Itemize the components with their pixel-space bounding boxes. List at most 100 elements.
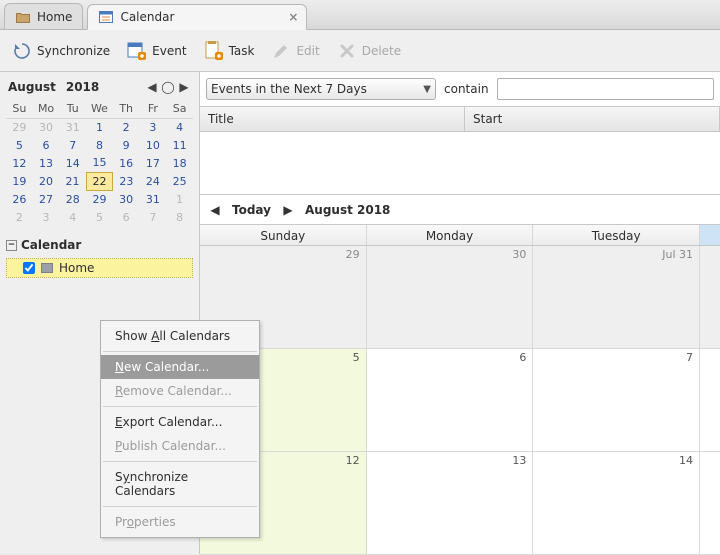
month-grid[interactable]: 29 30 Jul 31 5 6 7 12 13 14 bbox=[200, 246, 720, 555]
mini-day[interactable]: 26 bbox=[6, 190, 33, 208]
new-task-button[interactable]: Task bbox=[196, 35, 262, 67]
mini-day[interactable]: 3 bbox=[140, 118, 167, 136]
mini-day[interactable]: 30 bbox=[33, 118, 60, 136]
calendar-checkbox[interactable] bbox=[23, 262, 35, 274]
mini-day[interactable]: 1 bbox=[166, 190, 193, 208]
day-cell-partial[interactable] bbox=[700, 246, 720, 348]
tab-home[interactable]: Home bbox=[4, 3, 83, 29]
column-title[interactable]: Title bbox=[200, 107, 465, 131]
next-month-button[interactable]: ▶ bbox=[177, 80, 191, 94]
mini-day[interactable]: 5 bbox=[86, 208, 113, 226]
mini-day[interactable]: 16 bbox=[113, 154, 140, 172]
mini-day[interactable]: 15 bbox=[86, 154, 113, 172]
calendar-icon bbox=[98, 9, 114, 25]
menu-export-calendar[interactable]: Export Calendar... bbox=[101, 410, 259, 434]
mini-day[interactable]: 17 bbox=[140, 154, 167, 172]
day-cell-partial[interactable] bbox=[700, 452, 720, 554]
synchronize-button[interactable]: Synchronize bbox=[4, 35, 117, 67]
mini-day[interactable]: 28 bbox=[59, 190, 86, 208]
menu-separator bbox=[103, 406, 257, 407]
tab-calendar[interactable]: Calendar × bbox=[87, 4, 307, 30]
day-cell[interactable]: 7 bbox=[533, 349, 700, 451]
filter-contain-label: contain bbox=[444, 82, 489, 96]
mini-day[interactable]: 31 bbox=[140, 190, 167, 208]
mini-day[interactable]: 18 bbox=[166, 154, 193, 172]
button-label: Delete bbox=[362, 44, 401, 58]
mini-day[interactable]: 13 bbox=[33, 154, 60, 172]
mini-day[interactable]: 11 bbox=[166, 136, 193, 154]
mini-dow: Th bbox=[113, 100, 140, 118]
mini-day[interactable]: 29 bbox=[6, 118, 33, 136]
prev-button[interactable]: ◀ bbox=[208, 203, 222, 217]
mini-day[interactable]: 25 bbox=[166, 172, 193, 190]
section-label: Calendar bbox=[21, 238, 81, 252]
mini-day[interactable]: 23 bbox=[113, 172, 140, 190]
day-cell-partial[interactable] bbox=[700, 349, 720, 451]
mini-day[interactable]: 7 bbox=[59, 136, 86, 154]
menu-show-all-calendars[interactable]: Show All Calendars bbox=[101, 324, 259, 348]
mini-day[interactable]: 2 bbox=[6, 208, 33, 226]
mini-day[interactable]: 21 bbox=[59, 172, 86, 190]
mini-day[interactable]: 30 bbox=[113, 190, 140, 208]
mini-dow: Tu bbox=[59, 100, 86, 118]
filter-input[interactable] bbox=[497, 78, 714, 100]
mini-day[interactable]: 9 bbox=[113, 136, 140, 154]
mini-month: August bbox=[8, 80, 56, 94]
button-label: Synchronize bbox=[37, 44, 110, 58]
day-cell[interactable]: Jul 31 bbox=[533, 246, 700, 348]
mini-day[interactable]: 1 bbox=[86, 118, 113, 136]
mini-day[interactable]: 8 bbox=[86, 136, 113, 154]
prev-month-button[interactable]: ◀ bbox=[145, 80, 159, 94]
next-button[interactable]: ▶ bbox=[281, 203, 295, 217]
mini-day[interactable]: 14 bbox=[59, 154, 86, 172]
mini-day[interactable]: 29 bbox=[86, 190, 113, 208]
day-cell[interactable]: 30 bbox=[367, 246, 534, 348]
mini-day[interactable]: 27 bbox=[33, 190, 60, 208]
mini-day[interactable]: 12 bbox=[6, 154, 33, 172]
toolbar: Synchronize Event Task Edit Delete bbox=[0, 30, 720, 72]
month-label: August 2018 bbox=[305, 203, 390, 217]
close-icon[interactable]: × bbox=[288, 10, 298, 24]
menu-properties: Properties bbox=[101, 510, 259, 534]
main-pane: Events in the Next 7 Days ▼ contain Titl… bbox=[200, 72, 720, 554]
month-nav: ◀ Today ▶ August 2018 bbox=[200, 194, 720, 224]
mini-day[interactable]: 6 bbox=[33, 136, 60, 154]
mini-day[interactable]: 2 bbox=[113, 118, 140, 136]
button-label: Edit bbox=[296, 44, 319, 58]
column-start[interactable]: Start bbox=[465, 107, 720, 131]
mini-day[interactable]: 24 bbox=[140, 172, 167, 190]
tab-label: Home bbox=[37, 10, 72, 24]
today-label[interactable]: Today bbox=[232, 203, 271, 217]
day-cell[interactable]: 6 bbox=[367, 349, 534, 451]
mini-day[interactable]: 8 bbox=[166, 208, 193, 226]
event-range-select[interactable]: Events in the Next 7 Days ▼ bbox=[206, 78, 436, 100]
mini-day[interactable]: 22 bbox=[86, 172, 113, 190]
mini-day[interactable]: 7 bbox=[140, 208, 167, 226]
mini-dow: Fr bbox=[140, 100, 167, 118]
button-label: Event bbox=[152, 44, 186, 58]
mini-day[interactable]: 4 bbox=[166, 118, 193, 136]
mini-day[interactable]: 20 bbox=[33, 172, 60, 190]
mini-day[interactable]: 6 bbox=[113, 208, 140, 226]
mini-calendar-grid[interactable]: SuMoTuWeThFrSa 2930311234567891011121314… bbox=[6, 100, 193, 226]
calendar-name: Home bbox=[59, 261, 94, 275]
tab-label: Calendar bbox=[120, 10, 174, 24]
today-button[interactable]: ◯ bbox=[161, 80, 175, 94]
day-cell[interactable]: 14 bbox=[533, 452, 700, 554]
menu-synchronize-calendars[interactable]: Synchronize Calendars bbox=[101, 465, 259, 503]
day-cell[interactable]: 13 bbox=[367, 452, 534, 554]
mini-day[interactable]: 4 bbox=[59, 208, 86, 226]
select-value: Events in the Next 7 Days bbox=[211, 82, 367, 96]
chevron-down-icon: ▼ bbox=[423, 84, 431, 95]
mini-day[interactable]: 3 bbox=[33, 208, 60, 226]
mini-day[interactable]: 5 bbox=[6, 136, 33, 154]
mini-day[interactable]: 31 bbox=[59, 118, 86, 136]
calendar-color-chip bbox=[41, 263, 53, 273]
pencil-icon bbox=[270, 40, 292, 62]
menu-new-calendar[interactable]: New Calendar... bbox=[101, 355, 259, 379]
calendar-section-header[interactable]: − Calendar bbox=[6, 232, 193, 252]
new-event-button[interactable]: Event bbox=[119, 35, 193, 67]
mini-day[interactable]: 10 bbox=[140, 136, 167, 154]
calendar-list-item-home[interactable]: Home bbox=[6, 258, 193, 278]
mini-day[interactable]: 19 bbox=[6, 172, 33, 190]
